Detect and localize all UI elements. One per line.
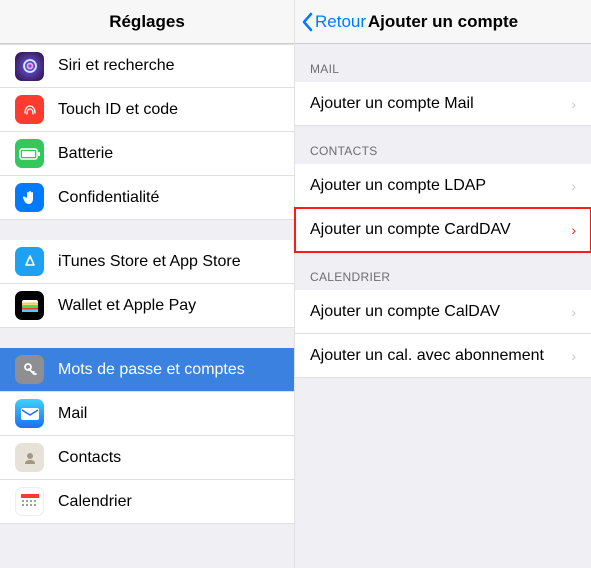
- appstore-icon: [15, 247, 44, 276]
- settings-row-touchid[interactable]: Touch ID et code: [0, 88, 294, 132]
- add-carddav-account[interactable]: Ajouter un compte CardDAV ›: [295, 208, 591, 252]
- add-caldav-account[interactable]: Ajouter un compte CalDAV ›: [295, 290, 591, 334]
- row-label: Ajouter un compte CardDAV: [310, 221, 571, 239]
- key-icon: [15, 355, 44, 384]
- row-label: Siri et recherche: [58, 57, 279, 75]
- row-label: Ajouter un compte Mail: [310, 95, 571, 113]
- calendar-icon: [15, 487, 44, 516]
- row-label: Touch ID et code: [58, 101, 279, 119]
- row-label: Contacts: [58, 449, 279, 467]
- section-header-mail: MAIL: [295, 44, 591, 82]
- settings-row-calendar[interactable]: Calendrier: [0, 480, 294, 524]
- row-label: Ajouter un cal. avec abonnement: [310, 347, 571, 365]
- row-label: Mots de passe et comptes: [58, 361, 279, 379]
- settings-row-wallet[interactable]: Wallet et Apple Pay: [0, 284, 294, 328]
- settings-row-battery[interactable]: Batterie: [0, 132, 294, 176]
- back-label: Retour: [315, 12, 366, 32]
- fingerprint-icon: [15, 95, 44, 124]
- add-ldap-account[interactable]: Ajouter un compte LDAP ›: [295, 164, 591, 208]
- settings-row-siri[interactable]: Siri et recherche: [0, 44, 294, 88]
- settings-header: Réglages: [0, 0, 294, 44]
- mail-icon: [15, 399, 44, 428]
- chevron-right-icon: ›: [571, 178, 576, 194]
- contacts-icon: [15, 443, 44, 472]
- add-account-title: Ajouter un compte: [368, 12, 518, 32]
- row-label: Mail: [58, 405, 279, 423]
- row-label: iTunes Store et App Store: [58, 253, 279, 271]
- chevron-right-icon: ›: [571, 222, 576, 238]
- back-button[interactable]: Retour: [301, 0, 366, 44]
- settings-title: Réglages: [109, 12, 185, 32]
- add-subscribe-calendar[interactable]: Ajouter un cal. avec abonnement ›: [295, 334, 591, 378]
- settings-row-passwords[interactable]: Mots de passe et comptes: [0, 348, 294, 392]
- settings-row-privacy[interactable]: Confidentialité: [0, 176, 294, 220]
- chevron-right-icon: ›: [571, 96, 576, 112]
- section-header-contacts: CONTACTS: [295, 126, 591, 164]
- settings-row-mail[interactable]: Mail: [0, 392, 294, 436]
- settings-list: Siri et recherche Touch ID et code Batte…: [0, 44, 294, 524]
- row-label: Confidentialité: [58, 189, 279, 207]
- wallet-icon: [15, 291, 44, 320]
- settings-row-contacts[interactable]: Contacts: [0, 436, 294, 480]
- add-mail-account[interactable]: Ajouter un compte Mail ›: [295, 82, 591, 126]
- row-label: Calendrier: [58, 493, 279, 511]
- row-label: Ajouter un compte CalDAV: [310, 303, 571, 321]
- row-label: Wallet et Apple Pay: [58, 297, 279, 315]
- settings-pane: Réglages Siri et recherche Touch ID et c…: [0, 0, 295, 568]
- siri-icon: [15, 52, 44, 81]
- row-label: Batterie: [58, 145, 279, 163]
- chevron-right-icon: ›: [571, 348, 576, 364]
- settings-row-itunes[interactable]: iTunes Store et App Store: [0, 240, 294, 284]
- hand-icon: [15, 183, 44, 212]
- battery-icon: [15, 139, 44, 168]
- chevron-right-icon: ›: [571, 304, 576, 320]
- row-label: Ajouter un compte LDAP: [310, 177, 571, 195]
- add-account-header: Retour Ajouter un compte: [295, 0, 591, 44]
- add-account-list: MAIL Ajouter un compte Mail › CONTACTS A…: [295, 44, 591, 378]
- add-account-pane: Retour Ajouter un compte MAIL Ajouter un…: [295, 0, 591, 568]
- chevron-left-icon: [301, 12, 313, 32]
- section-header-calendar: CALENDRIER: [295, 252, 591, 290]
